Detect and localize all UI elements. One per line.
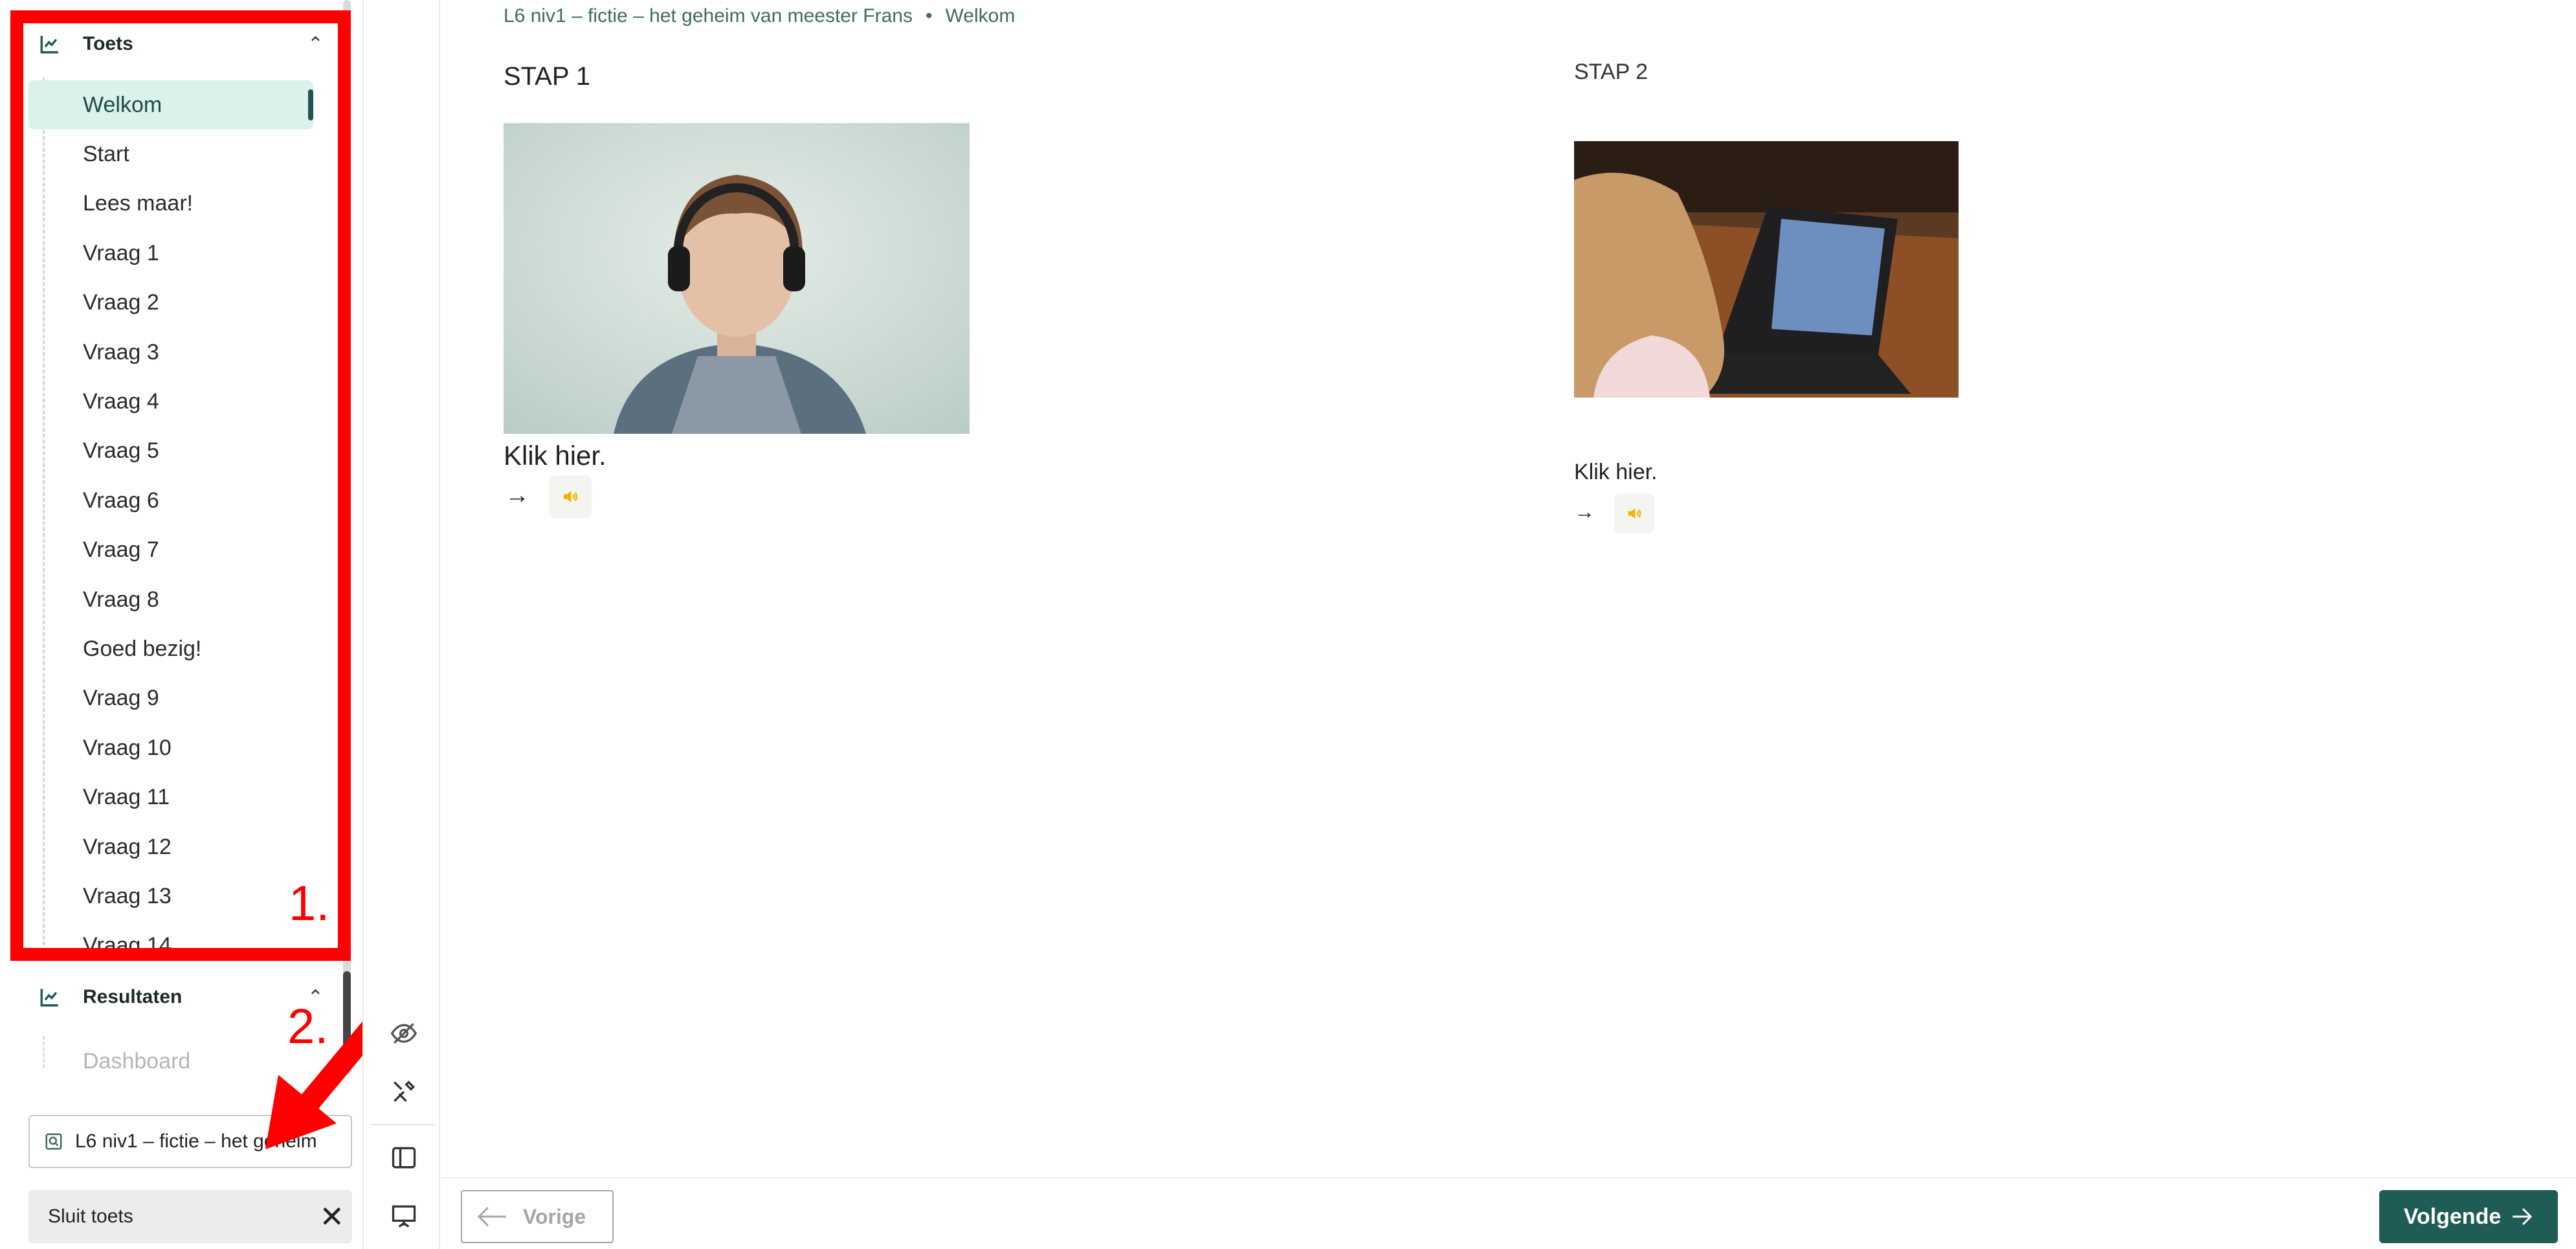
arrow-left-icon (477, 1206, 506, 1227)
breadcrumb-page: Welkom (945, 5, 1016, 27)
nav-item-start[interactable]: Start (28, 129, 313, 179)
nav-item-welkom[interactable]: Welkom (28, 80, 313, 130)
nav-item-lees-maar[interactable]: Lees maar! (28, 179, 313, 229)
breadcrumb: L6 niv1 – fictie – het geheim van meeste… (504, 5, 1015, 27)
nav-item-vraag-4[interactable]: Vraag 4 (28, 377, 313, 426)
section-title: Toets (83, 33, 133, 54)
page: Toets ⌃ Welkom Start Lees maar! Vraag 1 … (0, 0, 2576, 1249)
breadcrumb-separator: • (926, 5, 933, 27)
arrow-right-icon: → (505, 482, 529, 509)
nav-item-vraag-14[interactable]: Vraag 14 (28, 921, 313, 971)
rail-divider (370, 1124, 435, 1125)
section-title: Resultaten (83, 986, 183, 1007)
close-test-label: Sluit toets (48, 1206, 133, 1227)
audio-button[interactable] (1614, 493, 1654, 534)
speaker-icon (564, 491, 578, 502)
annotation-label-1: 1. (289, 876, 330, 931)
nav-item-vraag-1[interactable]: Vraag 1 (28, 229, 313, 278)
nav-item-vraag-11[interactable]: Vraag 11 (28, 772, 313, 822)
arrow-right-icon (2513, 1208, 2533, 1226)
step-1-click-label[interactable]: Klik hier. (504, 440, 606, 471)
step-1-title: STAP 1 (504, 62, 591, 91)
chart-line-icon (40, 989, 58, 1007)
previous-label: Vorige (523, 1204, 586, 1228)
chevron-up-icon[interactable]: ⌃ (307, 33, 324, 56)
arrow-right-icon: → (1574, 500, 1595, 523)
nav-item-vraag-3[interactable]: Vraag 3 (28, 328, 313, 377)
footer-divider (441, 1177, 2576, 1178)
close-icon[interactable]: ✕ (319, 1199, 344, 1234)
section-header-toets[interactable]: Toets ⌃ (39, 25, 324, 63)
chart-line-icon (40, 36, 58, 54)
next-label: Volgende (2403, 1204, 2502, 1229)
nav-list: Welkom Start Lees maar! Vraag 1 Vraag 2 … (28, 80, 313, 971)
nav-item-vraag-9[interactable]: Vraag 9 (28, 674, 313, 723)
sidebar-scrollbar-track[interactable] (343, 0, 351, 1075)
eye-off-icon[interactable] (390, 1019, 418, 1048)
sidebar-toggle-icon[interactable] (390, 1143, 418, 1172)
tools-icon[interactable] (390, 1077, 418, 1106)
nav-item-vraag-10[interactable]: Vraag 10 (28, 723, 313, 772)
nav-item-goed-bezig[interactable]: Goed bezig! (28, 624, 313, 673)
step-1-image-boy-headphones[interactable] (504, 123, 970, 434)
nav-item-vraag-8[interactable]: Vraag 8 (28, 575, 313, 624)
speaker-icon (1628, 508, 1641, 519)
next-button[interactable]: Volgende (2379, 1190, 2558, 1243)
previous-button[interactable]: Vorige (461, 1190, 614, 1243)
presentation-icon[interactable] (390, 1202, 418, 1230)
audio-button[interactable] (549, 475, 592, 518)
nav-item-vraag-2[interactable]: Vraag 2 (28, 278, 313, 328)
step-2-image-girl-laptop[interactable] (1574, 141, 1959, 398)
nav-item-dashboard[interactable]: Dashboard (83, 1049, 190, 1074)
course-search-icon (45, 1133, 62, 1150)
breadcrumb-course[interactable]: L6 niv1 – fictie – het geheim van meeste… (504, 5, 913, 27)
nav-item-vraag-13[interactable]: Vraag 13 (28, 872, 313, 921)
nav-item-vraag-12[interactable]: Vraag 12 (28, 822, 313, 872)
icon-rail (362, 0, 440, 1249)
nav-item-vraag-5[interactable]: Vraag 5 (28, 427, 313, 476)
close-test-button[interactable]: Sluit toets ✕ (28, 1190, 352, 1243)
nav-tree-line (43, 1036, 45, 1068)
step-2-title: STAP 2 (1574, 60, 1649, 84)
step-2-click-label[interactable]: Klik hier. (1574, 460, 1658, 485)
nav-item-vraag-7[interactable]: Vraag 7 (28, 526, 313, 575)
nav-item-vraag-6[interactable]: Vraag 6 (28, 476, 313, 525)
